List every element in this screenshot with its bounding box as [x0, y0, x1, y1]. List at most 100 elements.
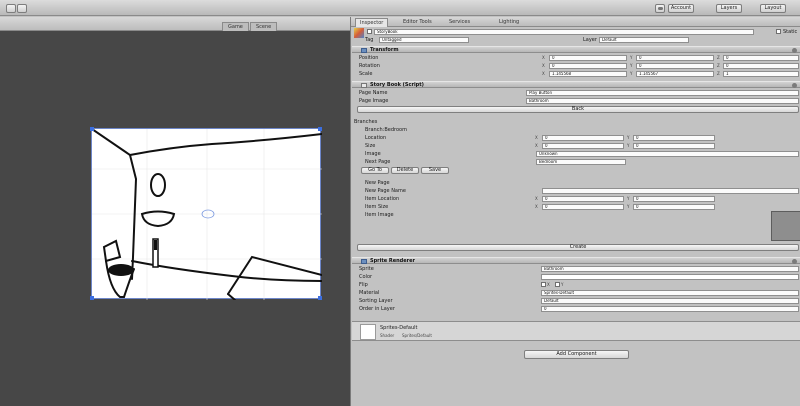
active-checkbox[interactable] [367, 29, 372, 34]
size-x-label: X [535, 143, 538, 148]
scale-x-label: X [542, 71, 545, 76]
scale-z-field[interactable]: 1 [723, 71, 799, 77]
item-size-y-field[interactable]: 0 [633, 204, 715, 210]
shader-label: Shader [380, 333, 395, 338]
location-y-label: Y [627, 135, 630, 140]
new-page-name-field[interactable] [542, 188, 799, 194]
add-component-button[interactable]: Add Component [524, 350, 629, 359]
save-button[interactable]: Save [421, 167, 449, 174]
scale-x-field[interactable]: 1.145568 [549, 71, 627, 77]
image-label: Image [365, 151, 381, 157]
position-y-label: Y [630, 55, 633, 60]
size-x-field[interactable]: 0 [542, 143, 624, 149]
layer-dropdown[interactable]: Default [599, 37, 689, 43]
transform-icon [361, 48, 367, 53]
go-to-button[interactable]: Go To [361, 167, 389, 174]
new-page-name-label: New Page Name [365, 188, 406, 194]
frame-handle-tr[interactable] [318, 127, 322, 131]
layer-label: Layer [583, 37, 597, 43]
size-y-field[interactable]: 0 [633, 143, 715, 149]
cloud-icon[interactable] [655, 4, 665, 13]
gear-icon[interactable] [792, 83, 797, 88]
location-x-field[interactable]: 0 [542, 135, 624, 141]
flip-y-label: Y [561, 282, 564, 287]
location-y-field[interactable]: 0 [633, 135, 715, 141]
bathroom-sketch [92, 129, 322, 300]
material-label: Material [359, 290, 380, 296]
tab-editor-tools[interactable]: Editor Tools [399, 18, 436, 27]
item-location-x-label: X [535, 196, 538, 201]
tag-label: Tag [365, 37, 374, 43]
tab-services[interactable]: Services [445, 18, 474, 27]
tab-lighting[interactable]: Lighting [495, 18, 523, 27]
item-image-slot[interactable] [771, 211, 800, 241]
scene-view-panel: Game Scene [0, 17, 350, 406]
size-label: Size [365, 143, 376, 149]
create-button[interactable]: Create [357, 244, 799, 251]
main-toolbar: Account Layers Layout [0, 0, 800, 16]
flip-y-checkbox[interactable] [555, 282, 560, 287]
branch-name: Branch:Bedroom [365, 127, 407, 133]
position-z-field[interactable]: 0 [723, 55, 799, 61]
branches-foldout[interactable]: Branches [354, 119, 377, 125]
item-location-y-label: Y [627, 196, 630, 201]
scale-y-label: Y [630, 71, 633, 76]
frame-handle-bl[interactable] [90, 296, 94, 300]
move-tool-button[interactable] [17, 4, 27, 13]
inspector-panel: Inspector Editor Tools Services Lighting… [350, 17, 800, 406]
image-field[interactable]: Unknown [536, 151, 799, 157]
gear-icon[interactable] [792, 259, 797, 264]
location-x-label: X [535, 135, 538, 140]
rotation-z-field[interactable]: 0 [723, 63, 799, 69]
gear-icon[interactable] [792, 48, 797, 53]
material-field[interactable]: Sprites-Default [541, 290, 799, 296]
tab-scene[interactable]: Scene [250, 22, 278, 31]
item-location-x-field[interactable]: 0 [542, 196, 624, 202]
position-y-field[interactable]: 0 [636, 55, 714, 61]
size-y-label: Y [627, 143, 630, 148]
scene-sprite-frame[interactable] [90, 127, 322, 300]
rotation-x-label: X [542, 63, 545, 68]
page-image-field[interactable]: Bathroom [526, 98, 799, 104]
order-in-layer-field[interactable]: 0 [541, 306, 799, 312]
tab-game[interactable]: Game [222, 22, 249, 31]
object-name-field[interactable]: StoryBook [374, 29, 754, 35]
shader-value[interactable]: Sprites/Default [402, 333, 432, 338]
layout-dropdown[interactable]: Layout [760, 4, 786, 13]
frame-handle-br[interactable] [318, 296, 322, 300]
next-page-field[interactable]: Bedroom [536, 159, 626, 165]
rotation-label: Rotation [359, 63, 380, 69]
layers-dropdown[interactable]: Layers [716, 4, 742, 13]
inspector-tab-bar: Inspector Editor Tools Services Lighting [351, 17, 800, 27]
account-button[interactable]: Account [668, 4, 694, 13]
rotation-y-field[interactable]: 0 [636, 63, 714, 69]
location-label: Location [365, 135, 387, 141]
static-checkbox[interactable] [776, 29, 781, 34]
next-page-label: Next Page [365, 159, 391, 165]
new-page-label: New Page [365, 180, 390, 186]
flip-label: Flip [359, 282, 368, 288]
sprite-renderer-header[interactable]: Sprite Renderer [352, 257, 800, 264]
page-name-field[interactable]: Play Button [526, 90, 799, 96]
item-size-x-field[interactable]: 0 [542, 204, 624, 210]
tab-inspector[interactable]: Inspector [355, 18, 389, 27]
transform-header[interactable]: Transform [352, 46, 800, 53]
scale-y-field[interactable]: 1.145567 [636, 71, 714, 77]
position-x-field[interactable]: 0 [549, 55, 627, 61]
back-button[interactable]: Back [357, 106, 799, 113]
hand-tool-button[interactable] [6, 4, 16, 13]
item-size-label: Item Size [365, 204, 389, 210]
storybook-title: Story Book (Script) [370, 82, 424, 88]
sprite-field[interactable]: Bathroom [541, 266, 799, 272]
material-preview: Sprites-Default Shader Sprites/Default [352, 321, 800, 341]
order-in-layer-label: Order in Layer [359, 306, 395, 312]
frame-handle-tl[interactable] [90, 127, 94, 131]
delete-button[interactable]: Delete [391, 167, 419, 174]
rotation-x-field[interactable]: 0 [549, 63, 627, 69]
item-location-y-field[interactable]: 0 [633, 196, 715, 202]
sorting-layer-dropdown[interactable]: Default [541, 298, 799, 304]
tag-dropdown[interactable]: Untagged [379, 37, 469, 43]
color-swatch[interactable] [541, 274, 799, 280]
storybook-script-header[interactable]: Story Book (Script) [352, 81, 800, 88]
flip-x-checkbox[interactable] [541, 282, 546, 287]
